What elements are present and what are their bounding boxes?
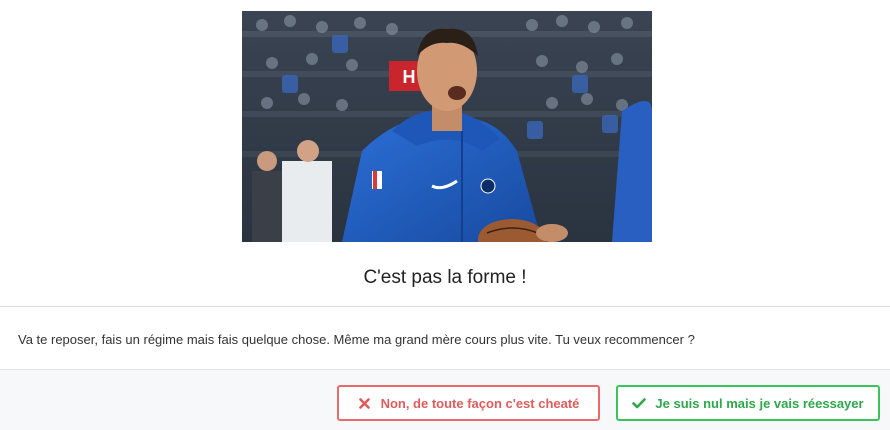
- retry-button[interactable]: Je suis nul mais je vais réessayer: [616, 385, 880, 421]
- svg-text:H: H: [403, 67, 416, 87]
- retry-button-label: Je suis nul mais je vais réessayer: [655, 395, 864, 411]
- modal-body: Va te reposer, fais un régime mais fais …: [0, 307, 890, 369]
- reaction-gif: H: [242, 11, 652, 242]
- modal-header: H C'est pas la forme !: [0, 0, 890, 307]
- modal-message: Va te reposer, fais un régime mais fais …: [18, 332, 695, 347]
- cancel-button[interactable]: Non, de toute façon c'est cheaté: [337, 385, 600, 421]
- close-icon: [358, 396, 372, 410]
- check-icon: [632, 396, 647, 410]
- modal-title: C'est pas la forme !: [363, 267, 527, 288]
- modal-footer: Non, de toute façon c'est cheaté Je suis…: [0, 369, 890, 430]
- cancel-button-label: Non, de toute façon c'est cheaté: [380, 395, 580, 411]
- result-modal: H C'est pas la forme ! Va te reposer, fa…: [0, 0, 890, 430]
